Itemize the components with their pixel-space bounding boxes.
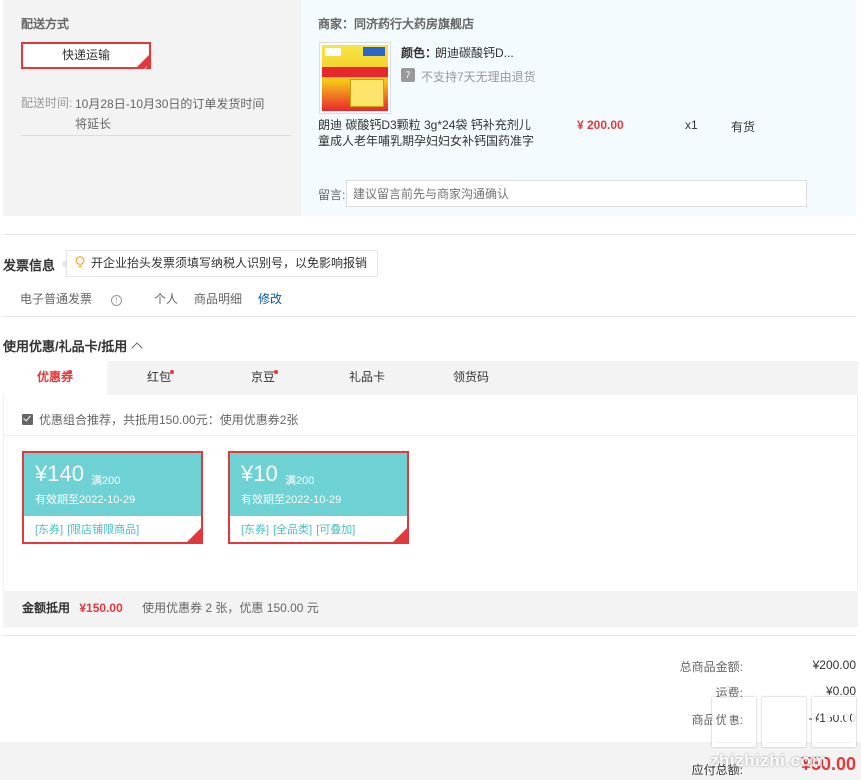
- invoice-summary: 电子普通发票! 个人 商品明细 修改: [20, 290, 298, 307]
- discount-label: 商品优惠:: [691, 713, 743, 727]
- remark-input[interactable]: [346, 180, 807, 207]
- pay-bar: 应付总额: ¥50.00: [0, 742, 861, 780]
- goods-price: ¥ 200.00: [577, 118, 624, 132]
- coupon-amount: ¥10: [241, 461, 278, 486]
- no-return-text: 不支持7天无理由退货: [421, 70, 536, 84]
- pay-total-value: ¥50.00: [800, 754, 856, 774]
- invoice-title: 发票信息: [3, 258, 56, 273]
- coupon-condition: 满200: [91, 475, 121, 487]
- pay-total-label: 应付总额:: [691, 763, 743, 777]
- divider: [3, 316, 856, 317]
- invoice-type: 电子普通发票!: [20, 290, 138, 307]
- goods-image[interactable]: [319, 42, 391, 114]
- shipping-time-text: 10月28日-10月30日的订单发货时间将延长: [75, 97, 265, 131]
- order-block: 配送方式 快递运输 ✓ 配送时间: 10月28日-10月30日的订单发货时间将延…: [3, 0, 856, 216]
- total-goods-label: 总商品金额:: [679, 660, 743, 674]
- freight-label: 运费:: [715, 686, 743, 700]
- coupon-section-toggle[interactable]: 使用优惠/礼品卡/抵用: [3, 336, 143, 355]
- coupon-tabs: 优惠券 红包 京豆 礼品卡 领货码: [3, 361, 858, 396]
- seller-name: 商家：同济药行大药房旗舰店: [318, 17, 475, 31]
- invoice-tip-text: 开企业抬头发票须填写纳税人识别号，以免影响报销: [91, 256, 368, 270]
- invoice-edit-link[interactable]: 修改: [258, 290, 282, 307]
- goods-name-link[interactable]: 朗迪 碳酸钙D3颗粒 3g*24袋 钙补充剂儿童成人老年哺乳期孕妇妇女补钙国药准…: [318, 117, 538, 149]
- coupon-amount: ¥140: [35, 461, 84, 486]
- color-value: 朗迪碳酸钙D...: [435, 46, 514, 60]
- invoice-tip: 开企业抬头发票须填写纳税人识别号，以免影响报销: [60, 250, 379, 277]
- tab-gift-card[interactable]: 礼品卡: [315, 361, 419, 395]
- shipping-title: 配送方式: [21, 17, 70, 31]
- info-icon[interactable]: !: [111, 295, 123, 306]
- shipping-time-label: 配送时间:: [21, 96, 73, 110]
- goods-panel: 商家：同济药行大药房旗舰店 颜色： 朗迪碳酸钙D... 7 不支持7天无理由退货…: [301, 0, 856, 216]
- coupon-summary-desc: 使用优惠券 2 张，优惠 150.00 元: [142, 601, 319, 615]
- selected-check-icon: [187, 528, 201, 542]
- goods-quantity: x1: [685, 118, 698, 132]
- discount-value: -¥150.00: [808, 711, 856, 725]
- recommend-checkbox[interactable]: [22, 414, 33, 425]
- coupon-recommend[interactable]: 优惠组合推荐，共抵用150.00元：使用优惠券2张: [22, 411, 298, 428]
- goods-stock-status: 有货: [731, 120, 756, 134]
- coupon-summary: 金额抵用 ¥150.00 使用优惠券 2 张，优惠 150.00 元: [3, 591, 858, 626]
- new-dot-icon: [170, 370, 174, 374]
- coupon-card[interactable]: ¥10 满200 有效期至2022-10-29 [东券] [全品类] [可叠加]: [228, 451, 409, 544]
- tab-redeem-code[interactable]: 领货码: [419, 361, 523, 395]
- shipping-panel: 配送方式 快递运输 ✓ 配送时间: 10月28日-10月30日的订单发货时间将延…: [3, 0, 301, 216]
- divider: [3, 635, 856, 636]
- invoice-personal: 个人: [154, 292, 179, 306]
- tab-red-packet[interactable]: 红包: [107, 361, 211, 395]
- total-goods-value: ¥200.00: [812, 658, 856, 672]
- coupon-valid: 有效期至2022-10-29: [35, 494, 136, 506]
- remark-label: 留言:: [318, 188, 346, 202]
- selected-check-icon: [393, 528, 407, 542]
- new-dot-icon: [274, 370, 278, 374]
- coupon-condition: 满200: [285, 475, 315, 487]
- coupon-card[interactable]: ¥140 满200 有效期至2022-10-29 [东券] [限店铺限商品]: [22, 451, 203, 544]
- color-label: 颜色：: [401, 46, 438, 60]
- coupon-summary-label: 金额抵用: [22, 601, 71, 615]
- tab-coupon[interactable]: 优惠券: [3, 361, 107, 396]
- coupon-tags: [东券] [限店铺限商品]: [35, 524, 140, 536]
- selected-check-icon: ✓: [137, 55, 149, 73]
- chevron-up-icon: [131, 342, 143, 354]
- coupon-valid: 有效期至2022-10-29: [241, 494, 342, 506]
- coupon-summary-amount: ¥150.00: [79, 601, 123, 615]
- divider: [3, 234, 856, 235]
- coupon-tags: [东券] [全品类] [可叠加]: [241, 524, 356, 536]
- shipping-option-express[interactable]: 快递运输 ✓: [21, 42, 151, 73]
- freight-value: ¥0.00: [825, 684, 856, 698]
- divider: [4, 435, 857, 436]
- shipping-option-label: 快递运输: [61, 48, 110, 62]
- invoice-detail: 商品明细: [194, 292, 243, 306]
- coupon-section-title: 使用优惠/礼品卡/抵用: [3, 339, 128, 354]
- no-return-icon: 7: [401, 68, 415, 82]
- tab-jingdou[interactable]: 京豆: [211, 361, 315, 395]
- new-dot-icon: [68, 370, 72, 374]
- watermark-logo: [762, 697, 806, 747]
- lightbulb-icon: [75, 256, 85, 268]
- coupon-recommend-text: 优惠组合推荐，共抵用150.00元：使用优惠券2张: [39, 413, 299, 427]
- divider: [21, 135, 291, 136]
